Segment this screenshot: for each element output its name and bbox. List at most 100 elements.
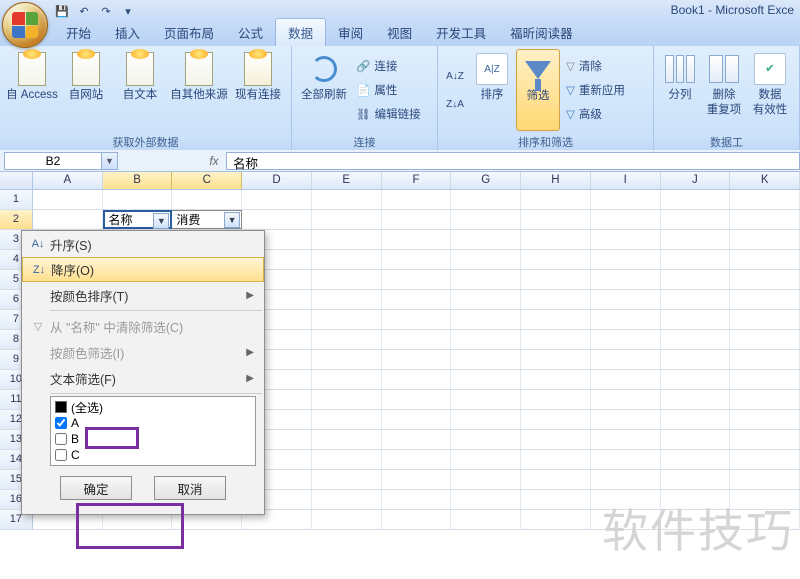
formula-bar: B2 ▼ fx 名称: [0, 150, 800, 172]
chevron-right-icon: ▶: [246, 347, 254, 358]
remove-duplicates-button[interactable]: 删除 重复项: [702, 49, 746, 131]
edit-links-button[interactable]: ⛓编辑链接: [352, 103, 425, 125]
checkbox[interactable]: [55, 401, 67, 413]
row-header-2[interactable]: 2: [0, 210, 33, 229]
name-box-dropdown-icon[interactable]: ▼: [102, 152, 118, 170]
checkbox[interactable]: [55, 417, 67, 429]
cell-c2[interactable]: 消费▼: [172, 210, 242, 229]
from-web-button[interactable]: 自网站: [60, 49, 112, 131]
column-headers: A B C D E F G H I J K: [0, 172, 800, 190]
col-header-k[interactable]: K: [730, 172, 800, 189]
col-header-g[interactable]: G: [451, 172, 521, 189]
remove-dup-label: 删除 重复项: [707, 88, 742, 118]
ribbon: 自 Access 自网站 自文本 自其他来源 现有连接 获取外部数据 全部刷新 …: [0, 46, 800, 150]
ok-button[interactable]: 确定: [60, 476, 132, 500]
col-header-e[interactable]: E: [312, 172, 382, 189]
filter-check-b[interactable]: B: [55, 431, 251, 447]
reapply-button[interactable]: ▽重新应用: [562, 79, 629, 101]
filter-button[interactable]: 筛选: [516, 49, 560, 131]
properties-icon: 📄: [356, 83, 370, 97]
clear-filter-icon: ▽: [26, 320, 50, 333]
data-validation-button[interactable]: ✔数据 有效性: [748, 49, 792, 131]
from-text-label: 自文本: [123, 88, 158, 103]
cancel-button[interactable]: 取消: [154, 476, 226, 500]
formula-input[interactable]: 名称: [226, 152, 800, 170]
existing-conn-label: 现有连接: [235, 88, 281, 103]
sort-desc-icon[interactable]: Z↓A: [444, 93, 466, 115]
data-valid-label: 数据 有效性: [753, 88, 788, 118]
tab-foxit[interactable]: 福昕阅读器: [498, 19, 585, 46]
sort-button[interactable]: A|Z排序: [470, 49, 514, 131]
refresh-all-label: 全部刷新: [301, 88, 347, 103]
refresh-all-button[interactable]: 全部刷新: [298, 49, 350, 131]
from-web-label: 自网站: [69, 88, 104, 103]
cell-b2[interactable]: 名称▼: [103, 210, 173, 229]
group-label-external: 获取外部数据: [0, 134, 291, 150]
from-access-label: 自 Access: [6, 88, 58, 103]
text-filters-item[interactable]: 文本筛选(F)▶: [22, 365, 264, 391]
col-header-h[interactable]: H: [521, 172, 591, 189]
select-all-corner[interactable]: [0, 172, 33, 189]
from-access-button[interactable]: 自 Access: [6, 49, 58, 131]
filter-values-list: (全选) A B C: [50, 396, 256, 466]
redo-icon[interactable]: ↷: [98, 3, 114, 19]
sort-descending-item[interactable]: Z↓降序(O): [22, 257, 264, 282]
table-row: 1: [0, 190, 800, 210]
group-data-tools: 分列 删除 重复项 ✔数据 有效性 数据工: [654, 46, 800, 149]
chevron-right-icon: ▶: [246, 373, 254, 384]
filter-dropdown-icon[interactable]: ▼: [224, 212, 240, 228]
filter-check-c[interactable]: C: [55, 447, 251, 463]
col-header-f[interactable]: F: [382, 172, 452, 189]
tab-developer[interactable]: 开发工具: [424, 19, 498, 46]
col-header-i[interactable]: I: [591, 172, 661, 189]
clear-icon: ▽: [566, 59, 575, 73]
filter-check-all[interactable]: (全选): [55, 399, 251, 415]
sort-by-color-item[interactable]: 按颜色排序(T)▶: [22, 282, 264, 308]
from-other-button[interactable]: 自其他来源: [168, 49, 230, 131]
row-header-1[interactable]: 1: [0, 190, 33, 209]
filter-dropdown-icon[interactable]: ▼: [153, 213, 169, 229]
filter-check-a[interactable]: A: [55, 415, 251, 431]
tab-data[interactable]: 数据: [275, 18, 326, 46]
sort-label: 排序: [481, 88, 504, 103]
col-header-c[interactable]: C: [172, 172, 242, 189]
undo-icon[interactable]: ↶: [76, 3, 92, 19]
office-button[interactable]: [2, 2, 48, 48]
tab-formulas[interactable]: 公式: [226, 19, 275, 46]
group-connections: 全部刷新 🔗连接 📄属性 ⛓编辑链接 连接: [292, 46, 438, 149]
col-header-d[interactable]: D: [242, 172, 312, 189]
link-icon: 🔗: [356, 59, 370, 73]
col-header-j[interactable]: J: [661, 172, 731, 189]
save-icon[interactable]: 💾: [54, 3, 70, 19]
checkbox[interactable]: [55, 449, 67, 461]
col-header-a[interactable]: A: [33, 172, 103, 189]
text-to-columns-button[interactable]: 分列: [660, 49, 700, 131]
group-label-datatools: 数据工: [654, 134, 799, 150]
filter-dropdown-popup: A↓升序(S) Z↓降序(O) 按颜色排序(T)▶ ▽从 "名称" 中清除筛选(…: [21, 230, 265, 515]
tab-layout[interactable]: 页面布局: [152, 19, 226, 46]
menu-separator: [50, 393, 262, 394]
qat-customize-icon[interactable]: ▾: [120, 3, 136, 19]
advanced-icon: ▽: [566, 107, 575, 121]
checkbox[interactable]: [55, 433, 67, 445]
tab-view[interactable]: 视图: [375, 19, 424, 46]
sort-asc-icon[interactable]: A↓Z: [444, 65, 466, 87]
col-header-b[interactable]: B: [103, 172, 173, 189]
clear-filter-item: ▽从 "名称" 中清除筛选(C): [22, 313, 264, 339]
group-sort-filter: A↓Z Z↓A A|Z排序 筛选 ▽清除 ▽重新应用 ▽高级 排序和筛选: [438, 46, 654, 149]
properties-button[interactable]: 📄属性: [352, 79, 425, 101]
chevron-right-icon: ▶: [246, 290, 254, 301]
connections-button[interactable]: 🔗连接: [352, 55, 425, 77]
fx-icon[interactable]: fx: [202, 154, 226, 168]
existing-conn-button[interactable]: 现有连接: [232, 49, 284, 131]
text-to-columns-label: 分列: [669, 88, 692, 103]
window-title: Book1 - Microsoft Exce: [671, 3, 794, 17]
clear-filter-button[interactable]: ▽清除: [562, 55, 629, 77]
sort-ascending-item[interactable]: A↓升序(S): [22, 231, 264, 257]
from-text-button[interactable]: 自文本: [114, 49, 166, 131]
name-box[interactable]: B2: [4, 152, 102, 170]
advanced-filter-button[interactable]: ▽高级: [562, 103, 629, 125]
tab-insert[interactable]: 插入: [103, 19, 152, 46]
tab-home[interactable]: 开始: [54, 19, 103, 46]
tab-review[interactable]: 审阅: [326, 19, 375, 46]
